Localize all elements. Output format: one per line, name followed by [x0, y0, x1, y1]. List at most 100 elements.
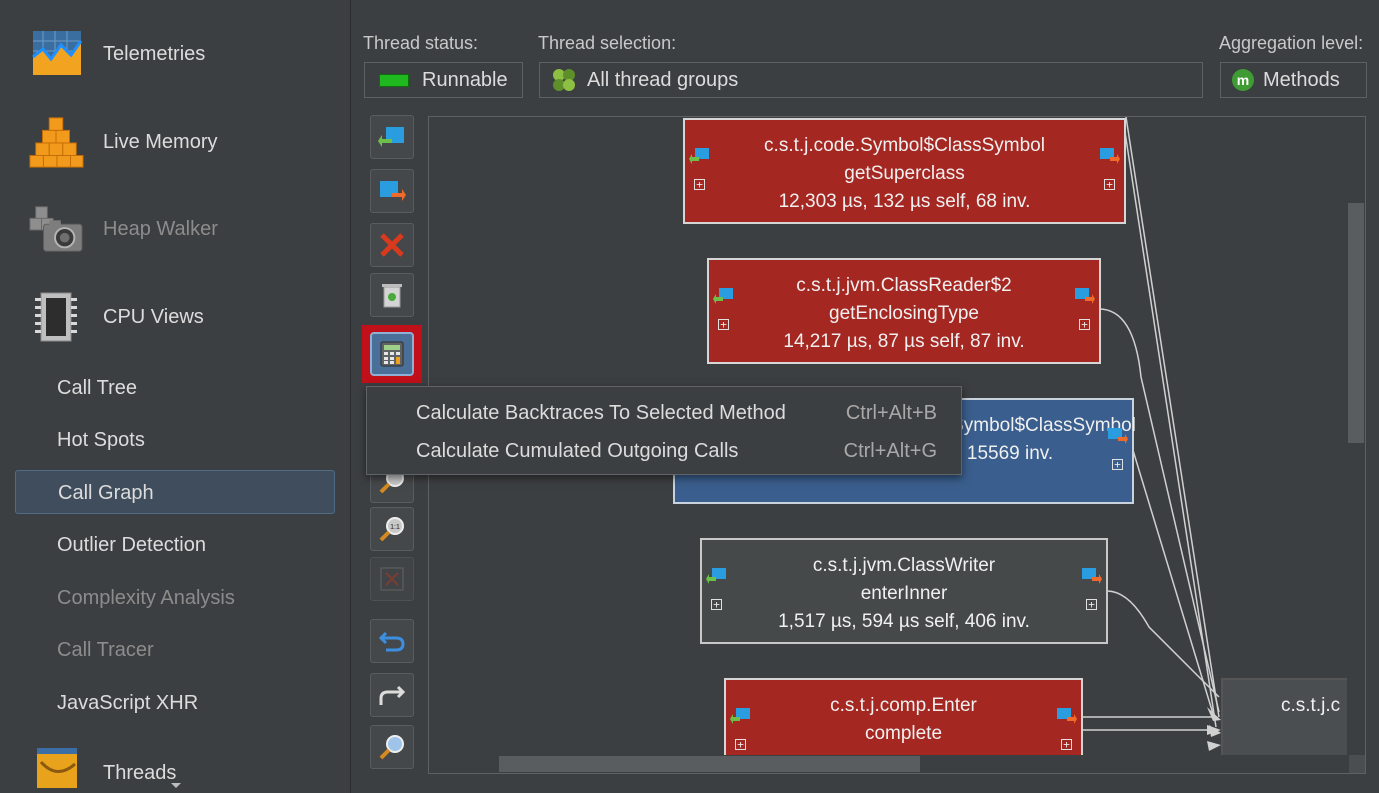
- calculate-button[interactable]: [362, 325, 422, 383]
- node-class-name: c.s.t.j.code.Symbol$ClassSymbol: [764, 135, 1045, 156]
- telemetries-icon: [28, 26, 84, 82]
- zoom-100-icon: 1:1: [379, 517, 404, 542]
- svg-text:1:1: 1:1: [390, 524, 400, 531]
- graph-edge: [1131, 446, 1215, 718]
- node-stats: 14,217 µs, 87 µs self, 87 inv.: [783, 331, 1025, 352]
- cpu-views-icon: [28, 289, 84, 345]
- undo-icon: [378, 631, 405, 652]
- expand-outgoing-toggle[interactable]: +: [1061, 739, 1072, 750]
- trash-icon: [382, 284, 402, 308]
- sidebar-item-complexity-analysis[interactable]: Complexity Analysis: [15, 576, 335, 620]
- sidebar-section-cpu-views[interactable]: CPU Views: [28, 289, 204, 345]
- vertical-scroll-thumb[interactable]: [1348, 203, 1364, 443]
- find-button[interactable]: [370, 725, 414, 769]
- graph-node[interactable]: c.s.t.j.jvm.ClassReader$2 getEnclosingTy…: [707, 258, 1101, 364]
- search-icon: [379, 735, 404, 760]
- sidebar-item-outlier-detection[interactable]: Outlier Detection: [15, 523, 335, 567]
- calculator-icon: [380, 341, 404, 367]
- sidebar-item-call-tracer[interactable]: Call Tracer: [15, 628, 335, 672]
- calculate-context-menu: Calculate Backtraces To Selected Method …: [366, 386, 962, 475]
- sidebar-section-threads[interactable]: Threads: [28, 740, 176, 793]
- incoming-calls-icon: [378, 127, 404, 147]
- thread-status-value: Runnable: [422, 68, 508, 91]
- horizontal-scrollbar[interactable]: [429, 755, 1349, 773]
- incoming-calls-icon[interactable]: [706, 568, 726, 586]
- graph-node[interactable]: c.s.t.j.code.Symbol$ClassSymbol getSuper…: [683, 118, 1126, 224]
- sidebar-section-label: CPU Views: [103, 305, 204, 328]
- undo-button[interactable]: [370, 619, 414, 663]
- layout-button[interactable]: [370, 557, 414, 601]
- menu-item-label: Calculate Backtraces To Selected Method: [416, 401, 786, 424]
- expand-outgoing-toggle[interactable]: +: [1112, 459, 1123, 470]
- node-stats: 1,517 µs, 594 µs self, 406 inv.: [778, 611, 1030, 632]
- expand-outgoing-toggle[interactable]: +: [1086, 599, 1097, 610]
- horizontal-scroll-thumb[interactable]: [499, 756, 920, 772]
- sidebar-section-label: Live Memory: [103, 130, 218, 153]
- expand-incoming-toggle[interactable]: +: [718, 319, 729, 330]
- remove-icon: [380, 233, 404, 257]
- aggregation-level-dropdown[interactable]: m Methods: [1220, 62, 1367, 98]
- node-method-name: getSuperclass: [844, 163, 965, 184]
- thread-selection-label: Thread selection:: [538, 33, 677, 53]
- expand-incoming-toggle[interactable]: +: [735, 739, 746, 750]
- expand-incoming-toggle[interactable]: +: [694, 179, 705, 190]
- sidebar-section-heap-walker[interactable]: Heap Walker: [28, 201, 218, 257]
- layout-icon: [380, 567, 404, 591]
- menu-item-calculate-cumulated-outgoing[interactable]: Calculate Cumulated Outgoing Calls Ctrl+…: [367, 433, 961, 469]
- thread-selection-dropdown[interactable]: All thread groups: [539, 62, 1203, 98]
- menu-item-label: Calculate Cumulated Outgoing Calls: [416, 439, 739, 462]
- sidebar: Telemetries Live Memory Heap Walker CPU …: [0, 0, 351, 793]
- aggregation-level-value: Methods: [1263, 68, 1340, 91]
- runnable-status-icon: [379, 73, 409, 87]
- aggregation-level-label: Aggregation level:: [1219, 33, 1364, 53]
- show-incoming-calls-button[interactable]: [370, 115, 414, 159]
- graph-edge: [1125, 117, 1220, 718]
- graph-edge: [1122, 118, 1217, 728]
- menu-item-shortcut: Ctrl+Alt+G: [843, 439, 937, 462]
- sidebar-section-label: Heap Walker: [103, 217, 218, 240]
- show-outgoing-calls-button[interactable]: [370, 169, 414, 213]
- sidebar-section-telemetries[interactable]: Telemetries: [28, 26, 205, 82]
- vertical-scrollbar[interactable]: [1347, 117, 1365, 755]
- expand-outgoing-toggle[interactable]: +: [1079, 319, 1090, 330]
- graph-node[interactable]: c.s.t.j.jvm.ClassWriter enterInner 1,517…: [700, 538, 1108, 644]
- menu-item-calculate-backtraces[interactable]: Calculate Backtraces To Selected Method …: [367, 395, 961, 431]
- sidebar-item-javascript-xhr[interactable]: JavaScript XHR: [15, 681, 335, 725]
- incoming-calls-icon[interactable]: [689, 148, 709, 166]
- expand-incoming-toggle[interactable]: +: [711, 599, 722, 610]
- outgoing-calls-icon[interactable]: [1075, 288, 1095, 306]
- redo-button[interactable]: [370, 673, 414, 717]
- outgoing-calls-icon[interactable]: [1108, 428, 1128, 446]
- scroll-down-arrow-icon[interactable]: [171, 783, 181, 788]
- outgoing-calls-icon: [380, 181, 406, 201]
- remove-node-button[interactable]: [370, 223, 414, 267]
- outgoing-calls-icon[interactable]: [1057, 708, 1077, 726]
- outgoing-calls-icon[interactable]: [1100, 148, 1120, 166]
- node-method-name: complete: [864, 723, 943, 744]
- node-class-name: c.s.t.j.jvm.ClassWriter: [812, 555, 996, 576]
- sidebar-item-call-tree[interactable]: Call Tree: [15, 366, 335, 410]
- menu-item-shortcut: Ctrl+Alt+B: [845, 401, 937, 424]
- svg-text:m: m: [1237, 72, 1249, 88]
- expand-outgoing-toggle[interactable]: +: [1104, 179, 1115, 190]
- incoming-calls-icon[interactable]: [730, 708, 750, 726]
- clear-graph-button[interactable]: [370, 273, 414, 317]
- thread-status-dropdown[interactable]: Runnable: [364, 62, 523, 98]
- node-stats: 12,303 µs, 132 µs self, 68 inv.: [778, 191, 1031, 212]
- node-method-name: enterInner: [860, 583, 948, 604]
- node-method-name: getEnclosingType: [829, 303, 979, 324]
- graph-arrowhead: [1207, 741, 1221, 751]
- node-class-name: c.s.t.j.comp.Enter: [830, 695, 977, 716]
- outgoing-calls-icon[interactable]: [1082, 568, 1102, 586]
- zoom-100-button[interactable]: 1:1: [370, 507, 414, 551]
- sidebar-section-live-memory[interactable]: Live Memory: [28, 114, 217, 170]
- redo-icon: [379, 685, 406, 705]
- live-memory-icon: [28, 114, 84, 170]
- threads-icon: [28, 740, 84, 793]
- incoming-calls-icon[interactable]: [713, 288, 733, 306]
- sidebar-item-call-graph[interactable]: Call Graph: [15, 470, 335, 514]
- methods-icon: m: [1231, 68, 1255, 92]
- sidebar-section-label: Telemetries: [103, 42, 206, 65]
- node-class-name: c.s.t.j.jvm.ClassReader$2: [796, 275, 1012, 296]
- sidebar-item-hot-spots[interactable]: Hot Spots: [15, 418, 335, 462]
